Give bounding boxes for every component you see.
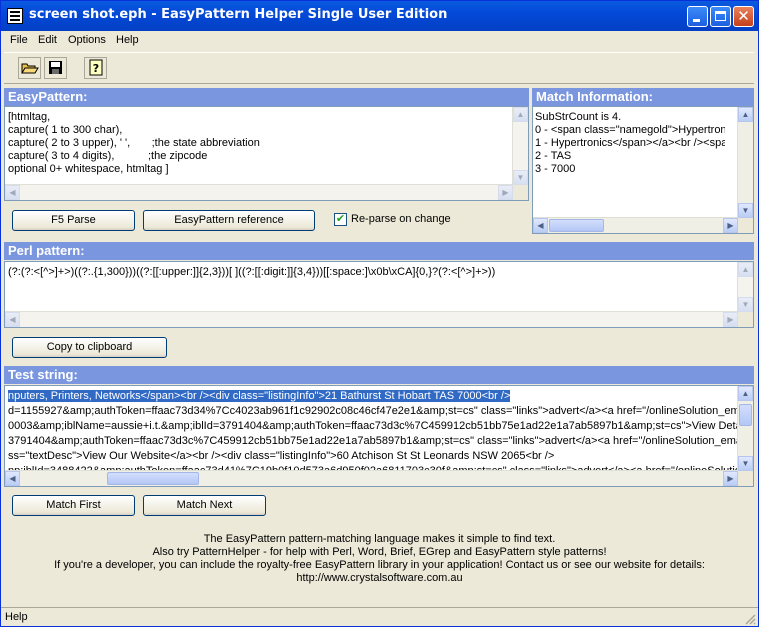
match-info-box[interactable]: SubStrCount is 4. 0 - <span class="nameg…: [532, 106, 754, 234]
resize-grip-icon[interactable]: [744, 613, 756, 625]
info-line: If you're a developer, you can include t…: [54, 559, 705, 571]
perl-hscroll[interactable]: ◀ ▶: [5, 311, 738, 327]
match-info-line: 0 - <span class="namegold">Hypertronics<…: [535, 124, 725, 136]
info-line: Also try PatternHelper - for help with P…: [152, 546, 607, 558]
close-button[interactable]: ✕: [733, 6, 754, 27]
easypattern-vscroll[interactable]: ▲ ▼: [512, 107, 528, 185]
reparse-checkbox[interactable]: ✔: [334, 213, 347, 226]
scroll-down-icon[interactable]: ▼: [738, 203, 753, 218]
test-string-line: ss="textDesc">View Our Website</a><br />…: [8, 450, 555, 462]
match-first-button[interactable]: Match First: [12, 495, 135, 516]
application-window: screen shot.eph - EasyPattern Helper Sin…: [0, 0, 759, 627]
checkmark-icon: ✔: [335, 213, 346, 225]
scroll-corner: [738, 471, 753, 486]
scroll-down-icon[interactable]: ▼: [738, 297, 753, 312]
easypattern-line: capture( 3 to 4 digits), ;the zipcode: [8, 150, 208, 162]
match-info-hscroll[interactable]: ◀ ▶: [533, 217, 738, 233]
scroll-corner: [513, 185, 528, 200]
match-next-button[interactable]: Match Next: [143, 495, 266, 516]
easypattern-line: optional 0+ whitespace, htmltag ]: [8, 163, 169, 175]
toolbar: ?: [4, 52, 754, 84]
match-info-line: SubStrCount is 4.: [535, 111, 622, 123]
easypattern-line: capture( 1 to 300 char),: [8, 124, 123, 136]
close-icon: ✕: [737, 7, 750, 25]
open-folder-icon: [21, 63, 39, 74]
maximize-button[interactable]: [710, 6, 731, 27]
perl-vscroll[interactable]: ▲ ▼: [737, 262, 753, 312]
test-string-line: d=1155927&amp;authToken=ffaac73d34%7Cc40…: [8, 405, 738, 417]
easypattern-line: [htmltag,: [8, 111, 51, 123]
scroll-up-icon[interactable]: ▲: [738, 386, 753, 401]
test-string-line: 3791404&amp;authToken=ffaac73d3c%7C45991…: [8, 435, 738, 447]
hscroll-thumb[interactable]: [549, 219, 604, 232]
info-line: The EasyPattern pattern-matching languag…: [203, 533, 556, 545]
scroll-right-icon[interactable]: ▶: [723, 312, 738, 327]
scroll-right-icon[interactable]: ▶: [723, 218, 738, 233]
match-info-line: 1 - Hypertronics</span></a><br /><span c: [535, 137, 725, 149]
perl-pattern-box[interactable]: (?:(?:<[^>]+>)((?:.{1,300}))((?:[[:upper…: [4, 261, 754, 328]
title-bar[interactable]: screen shot.eph - EasyPattern Helper Sin…: [1, 1, 758, 31]
menu-help[interactable]: Help: [116, 34, 139, 46]
match-info-vscroll[interactable]: ▲ ▼: [737, 107, 753, 218]
website-link[interactable]: http://www.crystalsoftware.com.au: [1, 572, 758, 585]
copy-to-clipboard-button[interactable]: Copy to clipboard: [12, 337, 167, 358]
match-info-text: SubStrCount is 4. 0 - <span class="nameg…: [535, 111, 725, 176]
minimize-button[interactable]: [687, 6, 708, 27]
f5-parse-button[interactable]: F5 Parse: [12, 210, 135, 231]
selected-match: nputers, Printers, Networks</span><br />…: [8, 390, 511, 402]
test-hscroll[interactable]: ◀ ▶: [5, 470, 738, 486]
menu-bar: File Edit Options Help: [1, 31, 758, 50]
hscroll-thumb[interactable]: [107, 472, 199, 485]
scroll-up-icon[interactable]: ▲: [738, 107, 753, 122]
scroll-left-icon[interactable]: ◀: [5, 471, 20, 486]
easypattern-reference-button[interactable]: EasyPattern reference: [143, 210, 315, 231]
help-button[interactable]: ?: [84, 57, 107, 79]
easypattern-header: EasyPattern:: [4, 88, 529, 106]
scroll-corner: [738, 312, 753, 327]
scroll-left-icon[interactable]: ◀: [5, 312, 20, 327]
window-title: screen shot.eph - EasyPattern Helper Sin…: [29, 7, 448, 22]
match-info-header: Match Information:: [532, 88, 754, 106]
save-button[interactable]: [44, 57, 67, 79]
match-info-line: 3 - 7000: [535, 163, 576, 175]
scroll-down-icon[interactable]: ▼: [738, 456, 753, 471]
reparse-label: Re-parse on change: [351, 213, 451, 225]
test-string-line: nputers, Printers, Networks</span><br />…: [8, 389, 738, 404]
match-info-line: 2 - TAS: [535, 150, 572, 162]
scroll-left-icon[interactable]: ◀: [533, 218, 548, 233]
test-string-box[interactable]: nputers, Printers, Networks</span><br />…: [4, 385, 754, 487]
test-string-header: Test string:: [4, 366, 754, 384]
menu-options[interactable]: Options: [68, 34, 106, 46]
perl-pattern-text: (?:(?:<[^>]+>)((?:.{1,300}))((?:[[:upper…: [8, 266, 496, 278]
test-string-line: 0003&amp;iblName=aussie+i.t.&amp;iblId=3…: [8, 420, 738, 432]
scroll-down-icon[interactable]: ▼: [513, 170, 528, 185]
easypattern-hscroll[interactable]: ◀ ▶: [5, 184, 513, 200]
scroll-corner: [738, 218, 753, 233]
save-disk-icon: [49, 61, 62, 74]
scroll-left-icon[interactable]: ◀: [5, 185, 20, 200]
easypattern-editor[interactable]: [htmltag, capture( 1 to 300 char), captu…: [4, 106, 529, 201]
test-vscroll[interactable]: ▲ ▼: [737, 386, 753, 471]
test-string-text: nputers, Printers, Networks</span><br />…: [8, 389, 738, 479]
open-button[interactable]: [18, 57, 41, 79]
scroll-up-icon[interactable]: ▲: [513, 107, 528, 122]
status-bar: Help: [1, 607, 758, 627]
perl-pattern-header: Perl pattern:: [4, 242, 754, 260]
svg-text:?: ?: [93, 62, 99, 75]
menu-edit[interactable]: Edit: [38, 34, 57, 46]
scroll-right-icon[interactable]: ▶: [723, 471, 738, 486]
menu-file[interactable]: File: [10, 34, 28, 46]
status-text: Help: [5, 611, 28, 623]
scroll-up-icon[interactable]: ▲: [738, 262, 753, 277]
scroll-right-icon[interactable]: ▶: [498, 185, 513, 200]
easypattern-line: capture( 2 to 3 upper), ' ', ;the state …: [8, 137, 260, 149]
help-icon: ?: [89, 59, 103, 76]
easypattern-text: [htmltag, capture( 1 to 300 char), captu…: [8, 111, 260, 176]
app-document-icon: [7, 8, 23, 24]
vscroll-thumb[interactable]: [739, 404, 752, 426]
